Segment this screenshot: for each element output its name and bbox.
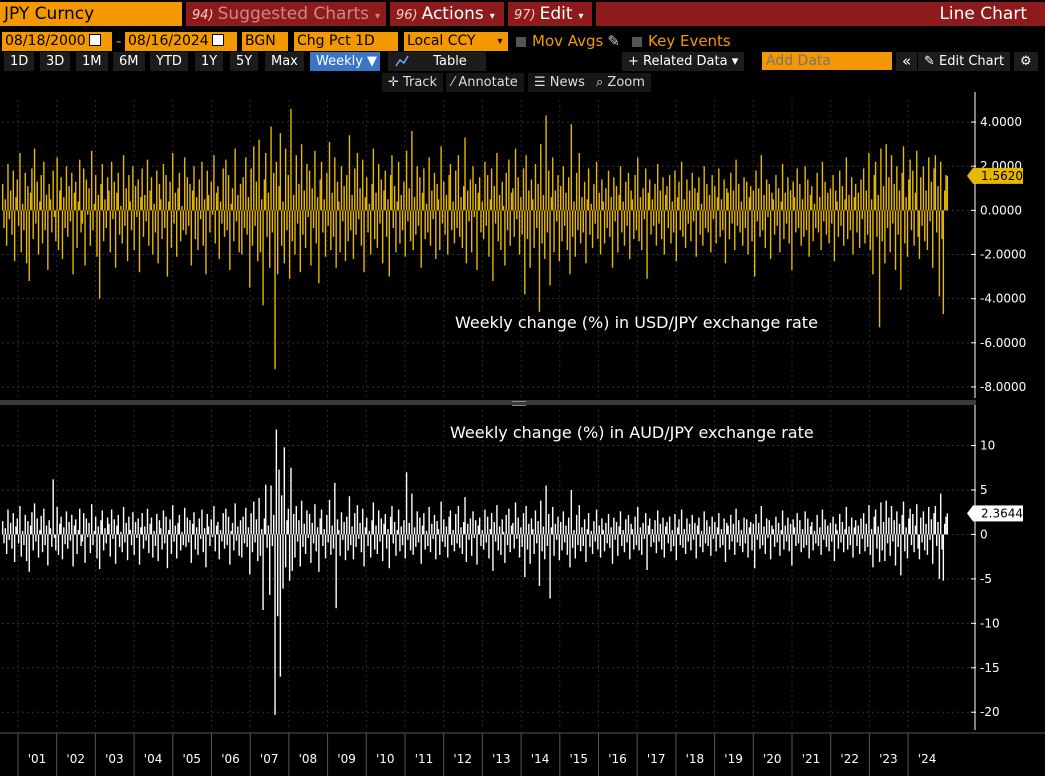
x-tick-label: '02 — [66, 752, 85, 766]
x-tick-label: '07 — [260, 752, 279, 766]
x-tick-label: '01 — [28, 752, 47, 766]
x-tick-label: '21 — [802, 752, 821, 766]
y-tick-label: 10 — [980, 439, 995, 453]
x-tick-label: '17 — [647, 752, 666, 766]
aud-last-value-label: 2.3644 — [981, 506, 1023, 520]
x-tick-label: '10 — [376, 752, 395, 766]
x-tick-label: '19 — [724, 752, 743, 766]
y-tick-label: -8.0000 — [980, 380, 1026, 394]
x-tick-label: '04 — [144, 752, 163, 766]
chart-canvas[interactable]: 4.00002.00000.0000-2.0000-4.0000-6.0000-… — [0, 0, 1045, 776]
x-tick-label: '09 — [337, 752, 356, 766]
x-tick-label: '03 — [105, 752, 124, 766]
y-tick-label: -10 — [980, 616, 1000, 630]
y-tick-label: -5 — [980, 572, 992, 586]
x-axis: '01 '02 '03 '04 '05 '06 '07 '08 '09 '10 '11 '12 '13 '… — [0, 732, 1045, 776]
x-tick-label: '24 — [918, 752, 937, 766]
x-tick-label: '13 — [492, 752, 511, 766]
usd-last-value-pointer — [967, 167, 973, 184]
x-tick-label: '20 — [763, 752, 782, 766]
y-tick-label: 5 — [980, 483, 988, 497]
usd-plot: 4.00002.00000.0000-2.0000-4.0000-6.0000-… — [1, 92, 1026, 398]
x-tick-label: '11 — [415, 752, 434, 766]
usd-jpy-chart-title: Weekly change (%) in USD/JPY exchange ra… — [455, 313, 818, 332]
x-tick-label: '14 — [531, 752, 550, 766]
y-tick-label: -4.0000 — [980, 292, 1026, 306]
y-tick-label: 0 — [980, 527, 988, 541]
x-tick-label: '05 — [183, 752, 202, 766]
x-tick-label: '12 — [453, 752, 472, 766]
y-tick-label: 0.0000 — [980, 203, 1022, 217]
x-tick-label: '23 — [879, 752, 898, 766]
x-tick-label: '16 — [608, 752, 627, 766]
drag-grip-icon — [512, 401, 526, 406]
panel-divider-handle[interactable] — [0, 400, 976, 406]
aud-jpy-chart-title: Weekly change (%) in AUD/JPY exchange ra… — [450, 423, 814, 442]
x-tick-label: '06 — [221, 752, 240, 766]
x-tick-label: '18 — [686, 752, 705, 766]
y-tick-label: -2.0000 — [980, 248, 1026, 262]
aud-plot: 10 5 0 -5 -10 -15 -20 2.3644 — [1, 402, 1023, 730]
y-tick-label: -20 — [980, 705, 1000, 719]
x-tick-label: '22 — [840, 752, 859, 766]
y-tick-label: 4.0000 — [980, 115, 1022, 129]
x-tick-label: '08 — [299, 752, 318, 766]
y-tick-label: -15 — [980, 661, 1000, 675]
aud-last-value-pointer — [967, 505, 973, 522]
x-tick-label: '15 — [570, 752, 589, 766]
usd-last-value-label: 1.5620 — [981, 169, 1023, 183]
y-tick-label: -6.0000 — [980, 336, 1026, 350]
